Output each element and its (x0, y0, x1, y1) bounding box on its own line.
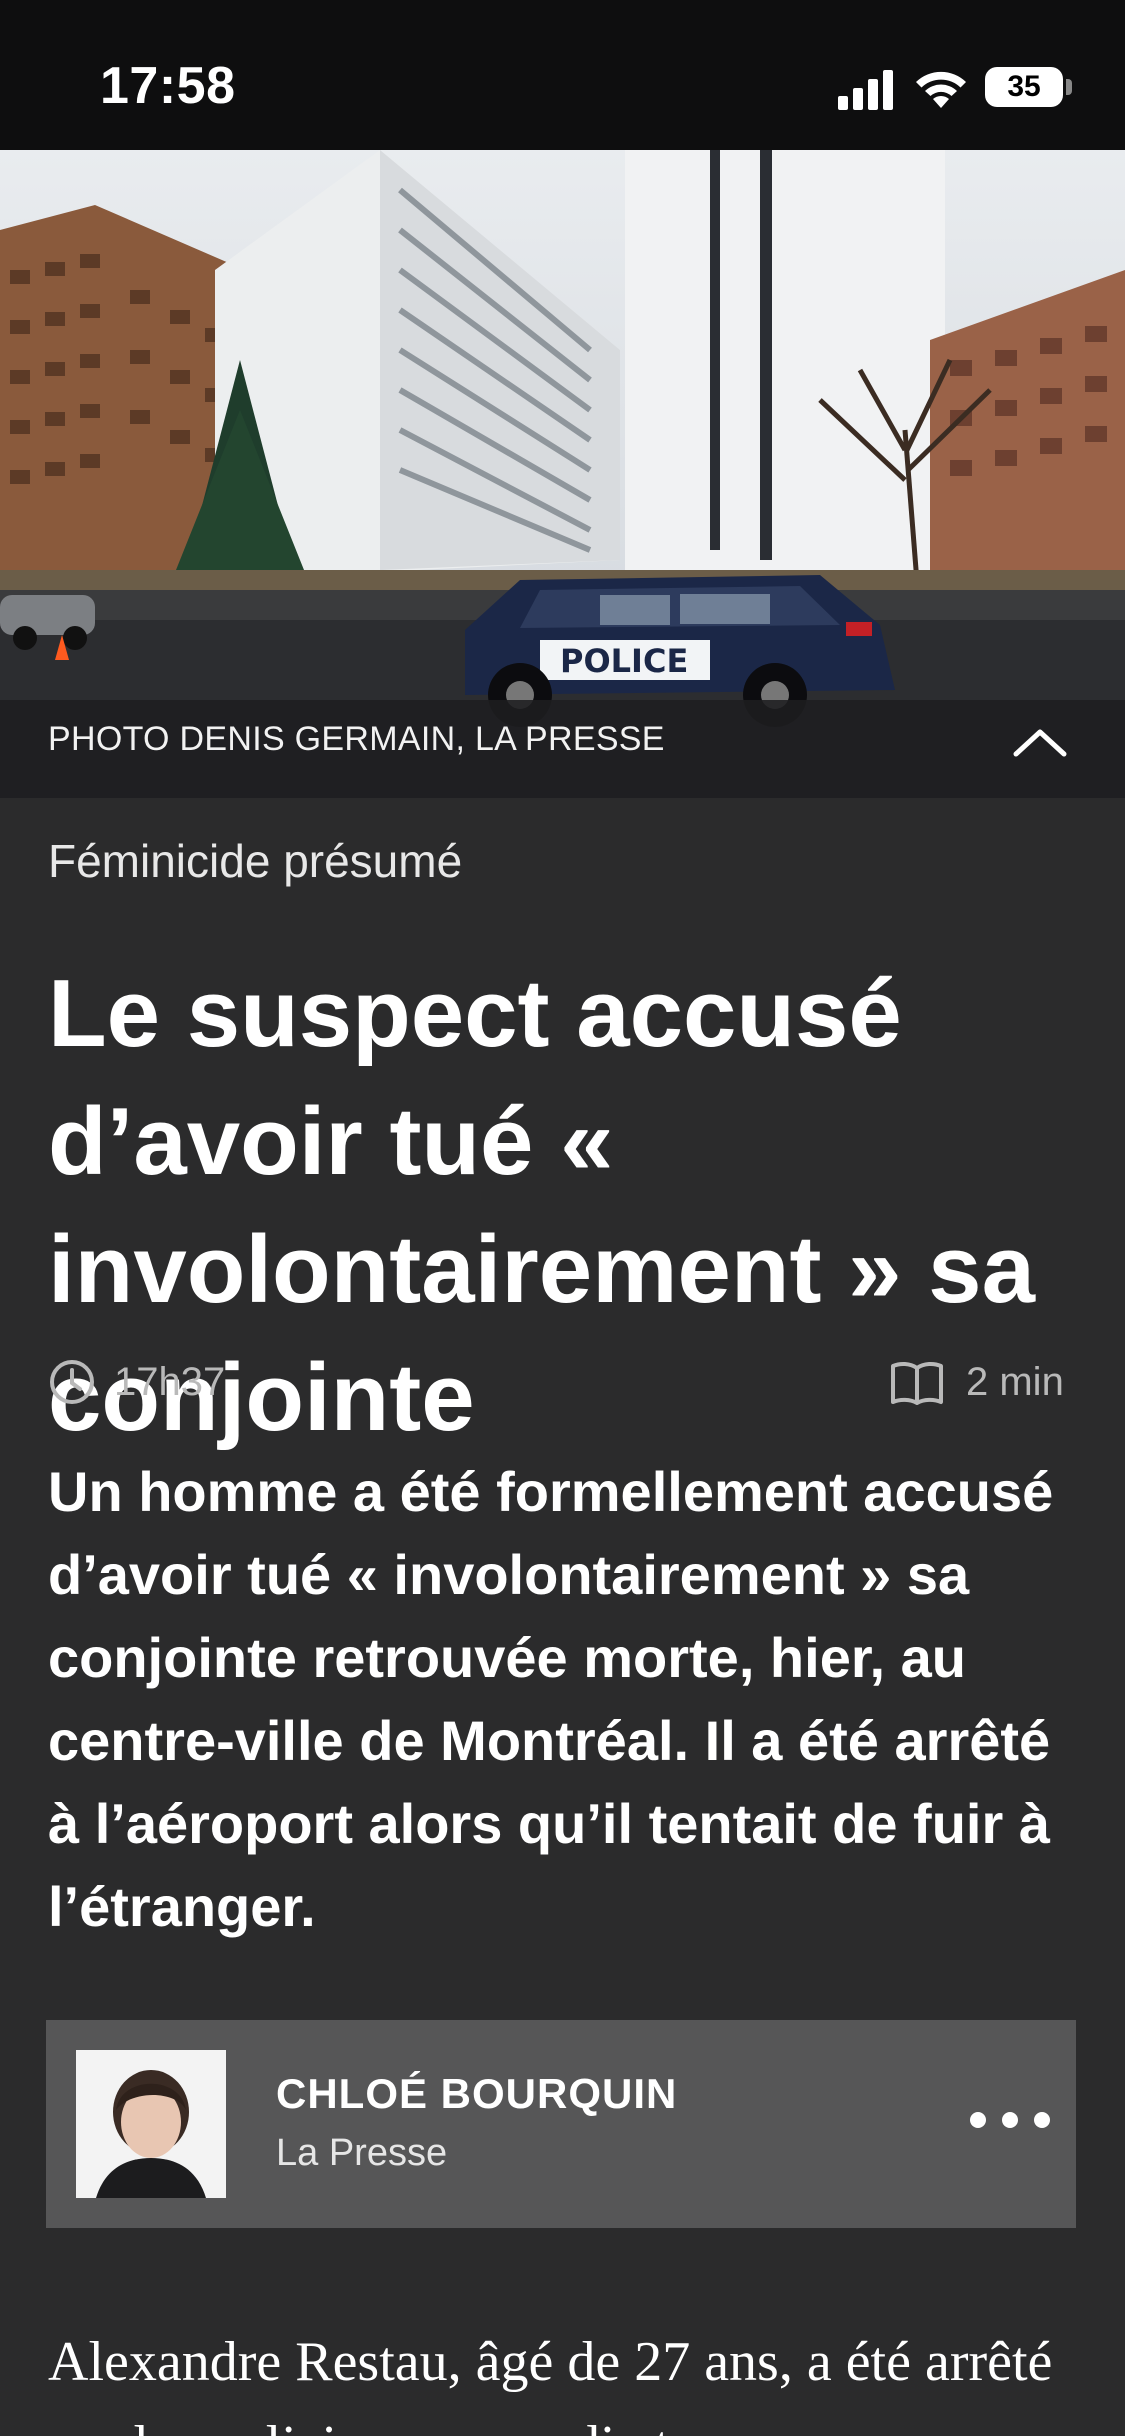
vehicle-text: POLICE (560, 642, 688, 680)
article-screen: 17:58 35 POLICE PHOTO DENIS GERMAIN, LA … (0, 0, 1125, 2436)
battery-tip (1066, 79, 1072, 95)
status-time: 17:58 (100, 57, 236, 115)
author-card[interactable]: CHLOÉ BOURQUIN La Presse (46, 2020, 1076, 2228)
photo-credit: PHOTO DENIS GERMAIN, LA PRESSE (48, 720, 665, 758)
published-time: 17h37 (114, 1360, 226, 1404)
article-lead: Un homme a été formellement accusé d’avo… (48, 1460, 1054, 1938)
author-name[interactable]: CHLOÉ BOURQUIN (276, 2070, 677, 2118)
wifi-icon (916, 71, 966, 108)
read-time: 2 min (966, 1360, 1064, 1404)
chevron-up-icon[interactable] (1010, 722, 1070, 762)
more-horizontal-icon[interactable] (964, 2100, 1056, 2140)
battery-icon: 35 (985, 67, 1063, 107)
status-bar: 17:58 35 (0, 0, 1125, 150)
cellular-signal-icon (838, 70, 893, 110)
clock-icon (50, 1360, 94, 1404)
book-icon (891, 1361, 943, 1405)
author-avatar-illustration (76, 2050, 226, 2198)
article-kicker: Féminicide présumé (48, 835, 463, 887)
article-body: Alexandre Restau, âgé de 27 ans, a été a… (48, 2331, 1053, 2436)
author-organization: La Presse (276, 2132, 448, 2174)
author-avatar (76, 2050, 226, 2198)
